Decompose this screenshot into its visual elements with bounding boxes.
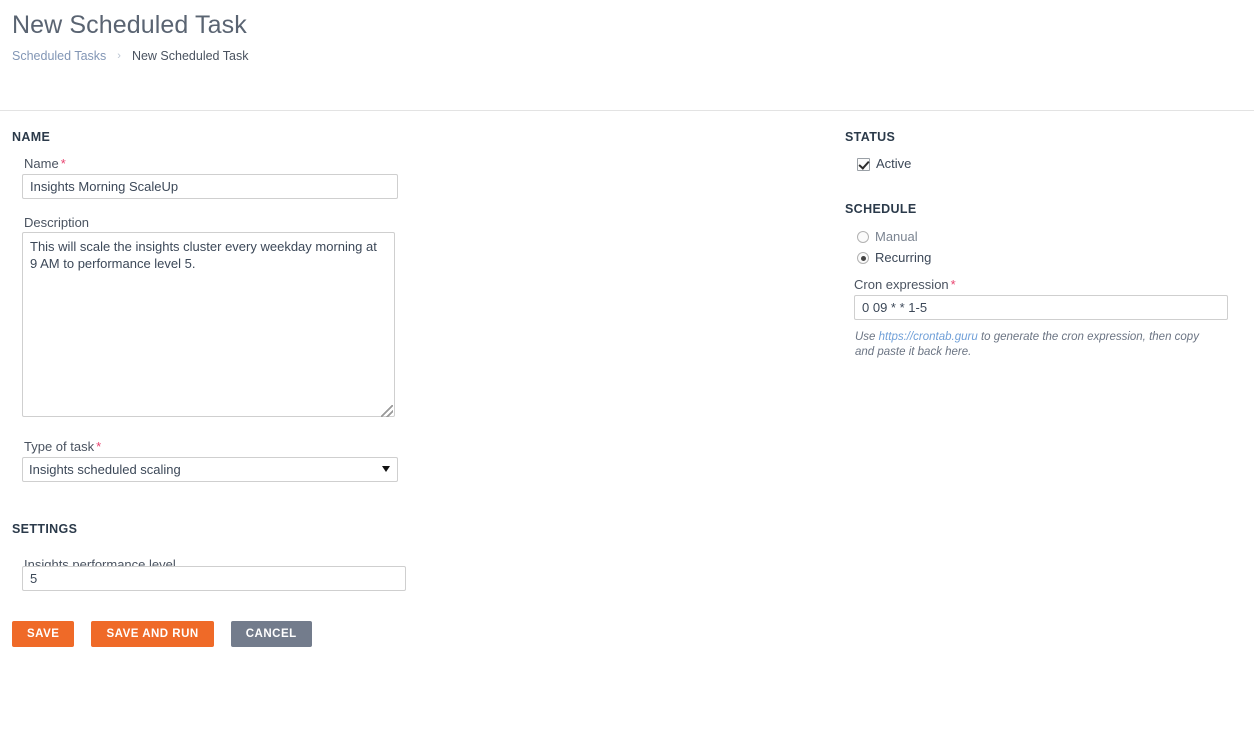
crontab-guru-link[interactable]: https://crontab.guru [879,331,978,343]
cron-help-text: Use https://crontab.guru to generate the… [855,330,1215,360]
name-field-label: Name * [24,156,66,172]
breadcrumb-current: New Scheduled Task [131,49,249,63]
type-of-task-select-wrapper[interactable]: Insights scheduled scaling [22,457,398,482]
cancel-button[interactable]: CANCEL [230,621,312,647]
section-title-status: STATUS [845,130,896,144]
form-action-buttons: SAVE SAVE AND RUN CANCEL [12,621,312,647]
name-label-text: Name [24,156,59,171]
schedule-recurring-radio[interactable] [857,252,869,264]
cron-help-prefix: Use [855,331,879,343]
page-header: New Scheduled Task Scheduled Tasks › New… [0,0,1254,110]
performance-level-input[interactable] [22,566,406,591]
cron-expression-input[interactable] [854,295,1228,320]
section-title-name: NAME [12,130,51,144]
schedule-manual-radio[interactable] [857,231,869,243]
section-title-schedule: SCHEDULE [845,202,917,216]
save-button[interactable]: SAVE [12,621,75,647]
description-field-label: Description [24,215,90,230]
form-right-column: STATUS Active SCHEDULE Manual Recurring … [845,110,1254,731]
form-left-column: NAME Name* Description This will scale t… [0,110,840,731]
schedule-recurring-label: Recurring [875,250,932,265]
schedule-manual-row[interactable]: Manual [857,229,918,245]
name-input[interactable] [22,174,398,199]
schedule-manual-label: Manual [875,229,918,244]
schedule-recurring-row[interactable]: Recurring [857,250,931,266]
active-checkbox[interactable] [857,157,870,171]
active-label: Active [876,156,912,171]
type-of-task-select[interactable]: Insights scheduled scaling [22,457,398,482]
name-required-asterisk: * [60,156,66,171]
type-of-task-label: Type of task * [24,439,101,455]
page-title: New Scheduled Task [12,11,247,39]
scheduled-task-form-page: New Scheduled Task Scheduled Tasks › New… [0,0,1254,731]
status-active-row[interactable]: Active [857,156,911,172]
cron-expression-label: Cron expression * [854,277,956,293]
cron-expression-label-text: Cron expression [854,277,949,292]
breadcrumb: Scheduled Tasks › New Scheduled Task [12,48,248,64]
type-required-asterisk: * [96,439,102,454]
cron-required-asterisk: * [950,277,956,292]
breadcrumb-separator-icon: › [117,50,121,62]
section-title-settings: SETTINGS [12,522,78,536]
save-and-run-button[interactable]: SAVE AND RUN [91,621,214,647]
type-of-task-label-text: Type of task [24,439,95,454]
breadcrumb-link-scheduled-tasks[interactable]: Scheduled Tasks [12,48,106,64]
description-textarea[interactable]: This will scale the insights cluster eve… [22,232,395,417]
